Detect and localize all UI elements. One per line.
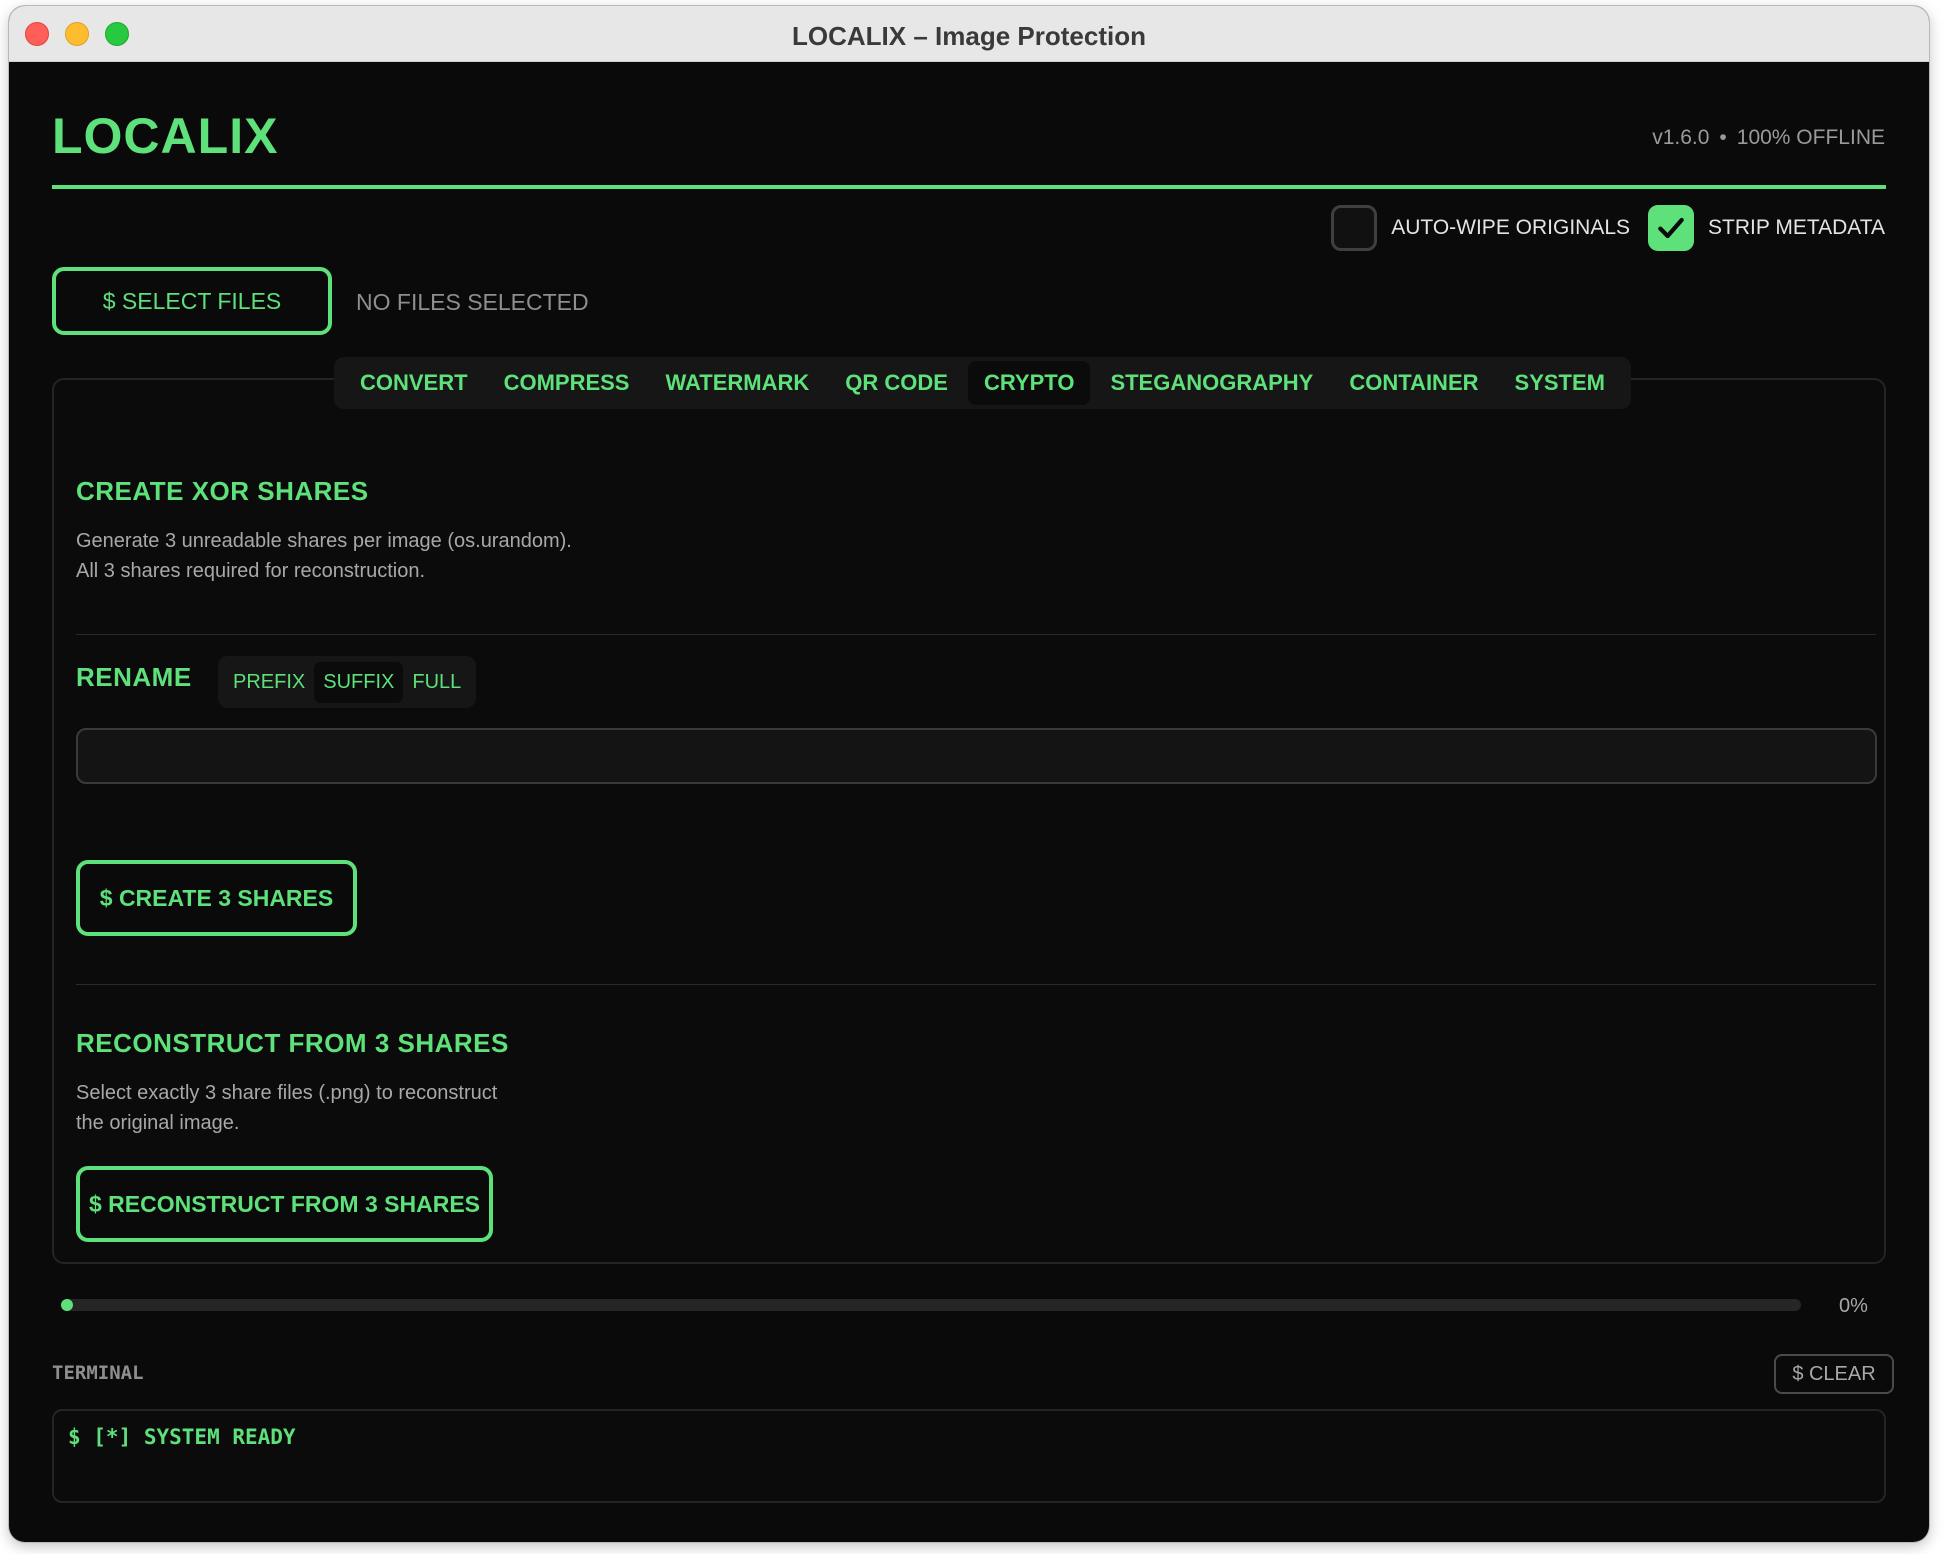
checkmark-icon	[1658, 217, 1684, 239]
terminal-label: TERMINAL	[52, 1362, 144, 1384]
window-title: LOCALIX – Image Protection	[792, 21, 1146, 51]
rename-title: RENAME	[76, 662, 192, 692]
tab-convert[interactable]: CONVERT	[344, 361, 484, 405]
rename-mode-selector: PREFIX SUFFIX FULL	[218, 656, 477, 708]
reconstruct-desc-line2: the original image.	[76, 1112, 240, 1134]
reconstruct-button[interactable]: $ RECONSTRUCT FROM 3 SHARES	[76, 1166, 493, 1242]
app-logo: LOCALIX	[52, 108, 279, 164]
section-divider	[76, 634, 1876, 635]
terminal-line: $ [*] SYSTEM READY	[68, 1425, 296, 1449]
tab-compress[interactable]: COMPRESS	[488, 361, 646, 405]
app-window: LOCALIX – Image Protection LOCALIX v1.6.…	[9, 6, 1929, 1542]
separator-dot: •	[1719, 126, 1727, 149]
title-bar: LOCALIX – Image Protection	[9, 6, 1929, 62]
progress-fill	[61, 1299, 73, 1311]
reconstruct-description: Select exactly 3 share files (.png) to r…	[76, 1078, 497, 1138]
clear-terminal-button[interactable]: $ CLEAR	[1774, 1354, 1894, 1394]
tab-container[interactable]: CONTAINER	[1333, 361, 1494, 405]
rename-input[interactable]	[76, 728, 1877, 784]
reconstruct-title: RECONSTRUCT FROM 3 SHARES	[76, 1028, 509, 1058]
create-shares-title: CREATE XOR SHARES	[76, 476, 369, 506]
auto-wipe-checkbox[interactable]	[1331, 205, 1378, 251]
options-bar: AUTO-WIPE ORIGINALS STRIP METADATA	[1331, 205, 1885, 251]
rename-mode-prefix[interactable]: PREFIX	[224, 662, 314, 703]
create-shares-desc-line1: Generate 3 unreadable shares per image (…	[76, 530, 572, 552]
tab-system[interactable]: SYSTEM	[1499, 361, 1621, 405]
create-shares-desc-line2: All 3 shares required for reconstruction…	[76, 560, 426, 582]
progress-percent: 0%	[1839, 1295, 1868, 1317]
header-divider	[52, 185, 1886, 189]
file-status: NO FILES SELECTED	[356, 289, 589, 315]
tab-bar: CONVERT COMPRESS WATERMARK QR CODE CRYPT…	[334, 357, 1631, 409]
rename-mode-full[interactable]: FULL	[403, 662, 470, 703]
progress-bar	[61, 1299, 1801, 1311]
auto-wipe-label[interactable]: AUTO-WIPE ORIGINALS	[1391, 216, 1630, 240]
tab-steganography[interactable]: STEGANOGRAPHY	[1094, 361, 1329, 405]
version-label: v1.6.0	[1652, 126, 1710, 149]
rename-mode-suffix[interactable]: SUFFIX	[314, 661, 404, 703]
create-shares-button[interactable]: $ CREATE 3 SHARES	[76, 860, 357, 936]
tab-qr-code[interactable]: QR CODE	[829, 361, 964, 405]
create-shares-description: Generate 3 unreadable shares per image (…	[76, 526, 572, 586]
section-divider	[76, 984, 1876, 985]
version-info: v1.6.0 • 100% OFFLINE	[1652, 126, 1885, 150]
strip-metadata-checkbox[interactable]	[1648, 205, 1695, 251]
terminal-output: $ [*] SYSTEM READY	[52, 1409, 1886, 1503]
reconstruct-desc-line1: Select exactly 3 share files (.png) to r…	[76, 1082, 498, 1104]
main-content: LOCALIX v1.6.0 • 100% OFFLINE AUTO-WIPE OR…	[9, 62, 1929, 1542]
offline-label: 100% OFFLINE	[1736, 126, 1885, 149]
strip-metadata-label[interactable]: STRIP METADATA	[1708, 216, 1885, 240]
tab-watermark[interactable]: WATERMARK	[649, 361, 825, 405]
select-files-button[interactable]: $ SELECT FILES	[52, 267, 332, 335]
tab-crypto[interactable]: CRYPTO	[967, 361, 1091, 405]
